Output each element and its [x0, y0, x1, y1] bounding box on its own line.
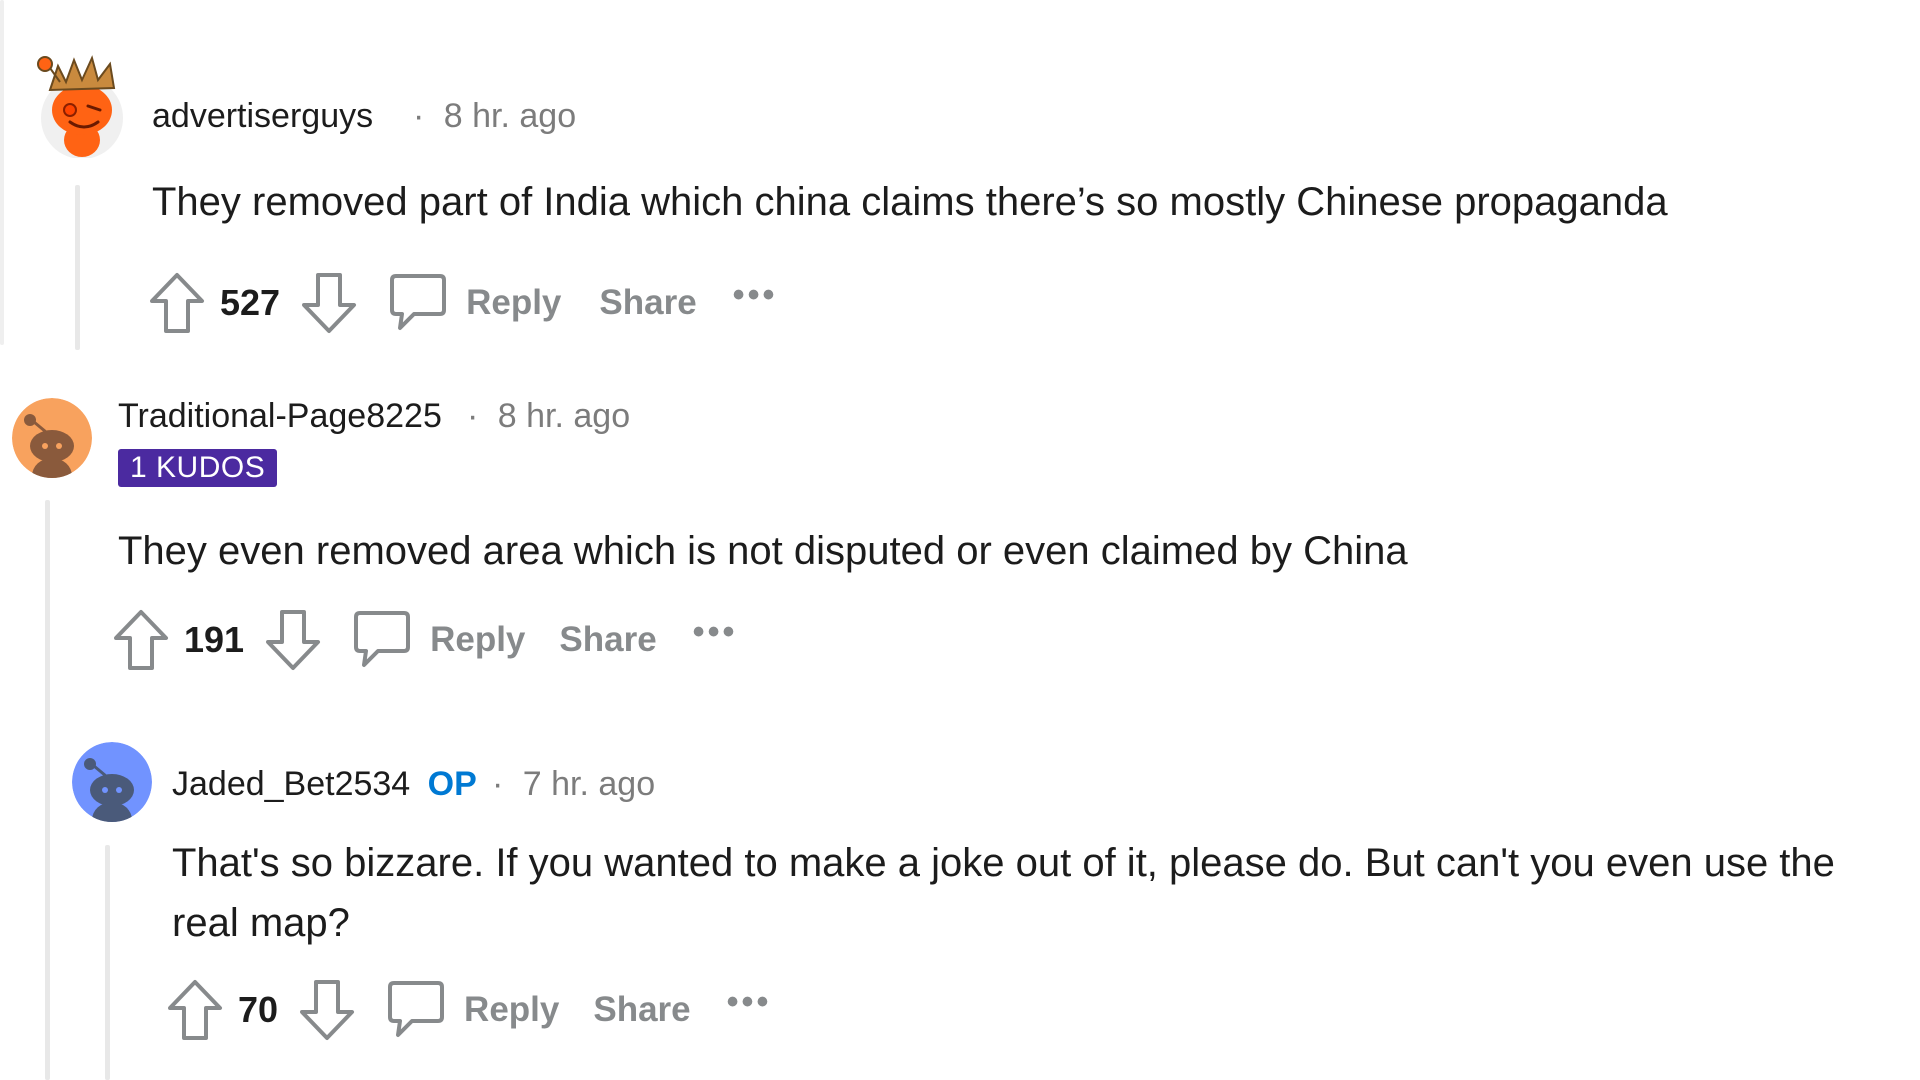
comment-bubble-icon[interactable] — [386, 979, 446, 1041]
comment-bubble-icon[interactable] — [352, 609, 412, 671]
comment-actions: 527 Reply Share ••• — [148, 268, 777, 338]
comment-username: Jaded_Bet2534 OP — [172, 765, 477, 804]
thread-line-comment-2[interactable] — [45, 500, 50, 1080]
comment-timestamp[interactable]: 7 hr. ago — [523, 765, 655, 803]
downvote-icon[interactable] — [298, 978, 356, 1042]
meta-separator: · — [467, 397, 479, 435]
comment-body: That's so bizzare. If you wanted to make… — [172, 841, 1835, 945]
share-button[interactable]: Share — [559, 620, 656, 660]
avatar[interactable] — [72, 742, 152, 822]
thread-line-comment-1[interactable] — [75, 185, 80, 350]
thread-line-comment-3[interactable] — [105, 845, 110, 1080]
reply-button[interactable]: Reply — [466, 283, 561, 323]
comment-username[interactable]: advertiserguys — [152, 97, 373, 136]
snoo-avatar-icon — [12, 398, 92, 478]
thread-line-top-left[interactable] — [0, 0, 4, 345]
meta-separator: · — [413, 97, 425, 135]
upvote-icon[interactable] — [112, 608, 170, 672]
comment-meta: · 8 hr. ago — [413, 97, 576, 136]
comment-body: They even removed area which is not disp… — [118, 529, 1408, 573]
comment-timestamp[interactable]: 8 hr. ago — [498, 397, 630, 435]
more-options-button[interactable]: ••• — [693, 613, 738, 652]
comment-actions: 70 Reply Share ••• — [166, 975, 771, 1045]
comment-meta: · 7 hr. ago — [492, 765, 655, 804]
snoo-avatar-icon — [37, 55, 123, 159]
comment-bubble-icon[interactable] — [388, 272, 448, 334]
comment-body: They removed part of India which china c… — [152, 180, 1668, 224]
avatar[interactable] — [36, 48, 126, 159]
vote-score: 191 — [184, 619, 245, 660]
meta-separator: · — [492, 765, 504, 803]
downvote-icon[interactable] — [300, 271, 358, 335]
vote-score: 70 — [238, 989, 279, 1030]
comment-timestamp[interactable]: 8 hr. ago — [444, 97, 576, 135]
avatar[interactable] — [12, 398, 92, 478]
share-button[interactable]: Share — [599, 283, 696, 323]
kudos-badge: 1 KUDOS — [118, 449, 278, 487]
comment-username-link[interactable]: Jaded_Bet2534 — [172, 765, 410, 803]
more-options-button[interactable]: ••• — [733, 276, 778, 315]
more-options-button[interactable]: ••• — [727, 983, 772, 1022]
vote-score: 527 — [220, 282, 281, 323]
upvote-icon[interactable] — [148, 271, 206, 335]
upvote-icon[interactable] — [166, 978, 224, 1042]
comment-actions: 191 Reply Share ••• — [112, 605, 737, 675]
share-button[interactable]: Share — [593, 990, 690, 1030]
comment-username[interactable]: Traditional-Page8225 — [118, 397, 442, 436]
downvote-icon[interactable] — [264, 608, 322, 672]
reply-button[interactable]: Reply — [430, 620, 525, 660]
comment-meta: · 8 hr. ago — [467, 397, 630, 436]
reply-button[interactable]: Reply — [464, 990, 559, 1030]
op-tag: OP — [427, 765, 477, 803]
snoo-avatar-icon — [72, 742, 152, 822]
